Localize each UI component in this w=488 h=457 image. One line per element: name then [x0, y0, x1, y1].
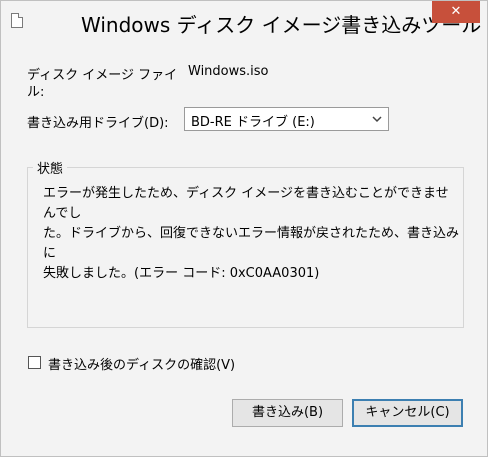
app-document-icon: [11, 13, 23, 28]
drive-label: 書き込み用ドライブ(D):: [27, 116, 169, 131]
drive-selected-value: BD-RE ドライブ (E:): [191, 115, 315, 130]
close-icon: ✕: [450, 4, 462, 19]
cancel-button[interactable]: キャンセル(C): [352, 399, 463, 427]
image-file-value: Windows.iso: [188, 64, 269, 79]
chevron-down-icon: [372, 116, 382, 123]
title-bar[interactable]: Windows ディスク イメージ書き込みツール ✕: [1, 1, 487, 41]
verify-checkbox-label[interactable]: 書き込み後のディスクの確認(V): [48, 354, 235, 373]
verify-checkbox[interactable]: [28, 356, 41, 369]
image-file-label: ディスク イメージ ファイ: [27, 68, 178, 83]
status-legend: 状態: [33, 158, 68, 177]
drive-dropdown[interactable]: BD-RE ドライブ (E:): [184, 107, 389, 131]
image-file-label-cont: ル:: [27, 85, 45, 100]
disc-image-burner-window: Windows ディスク イメージ書き込みツール ✕ ディスク イメージ ファイ…: [0, 0, 488, 457]
close-button[interactable]: ✕: [432, 1, 480, 23]
window-title: Windows ディスク イメージ書き込みツール: [81, 13, 482, 37]
write-button[interactable]: 書き込み(B): [232, 399, 343, 427]
status-message: エラーが発生したため、ディスク イメージを書き込むことができませんでし た。ドラ…: [43, 186, 460, 281]
